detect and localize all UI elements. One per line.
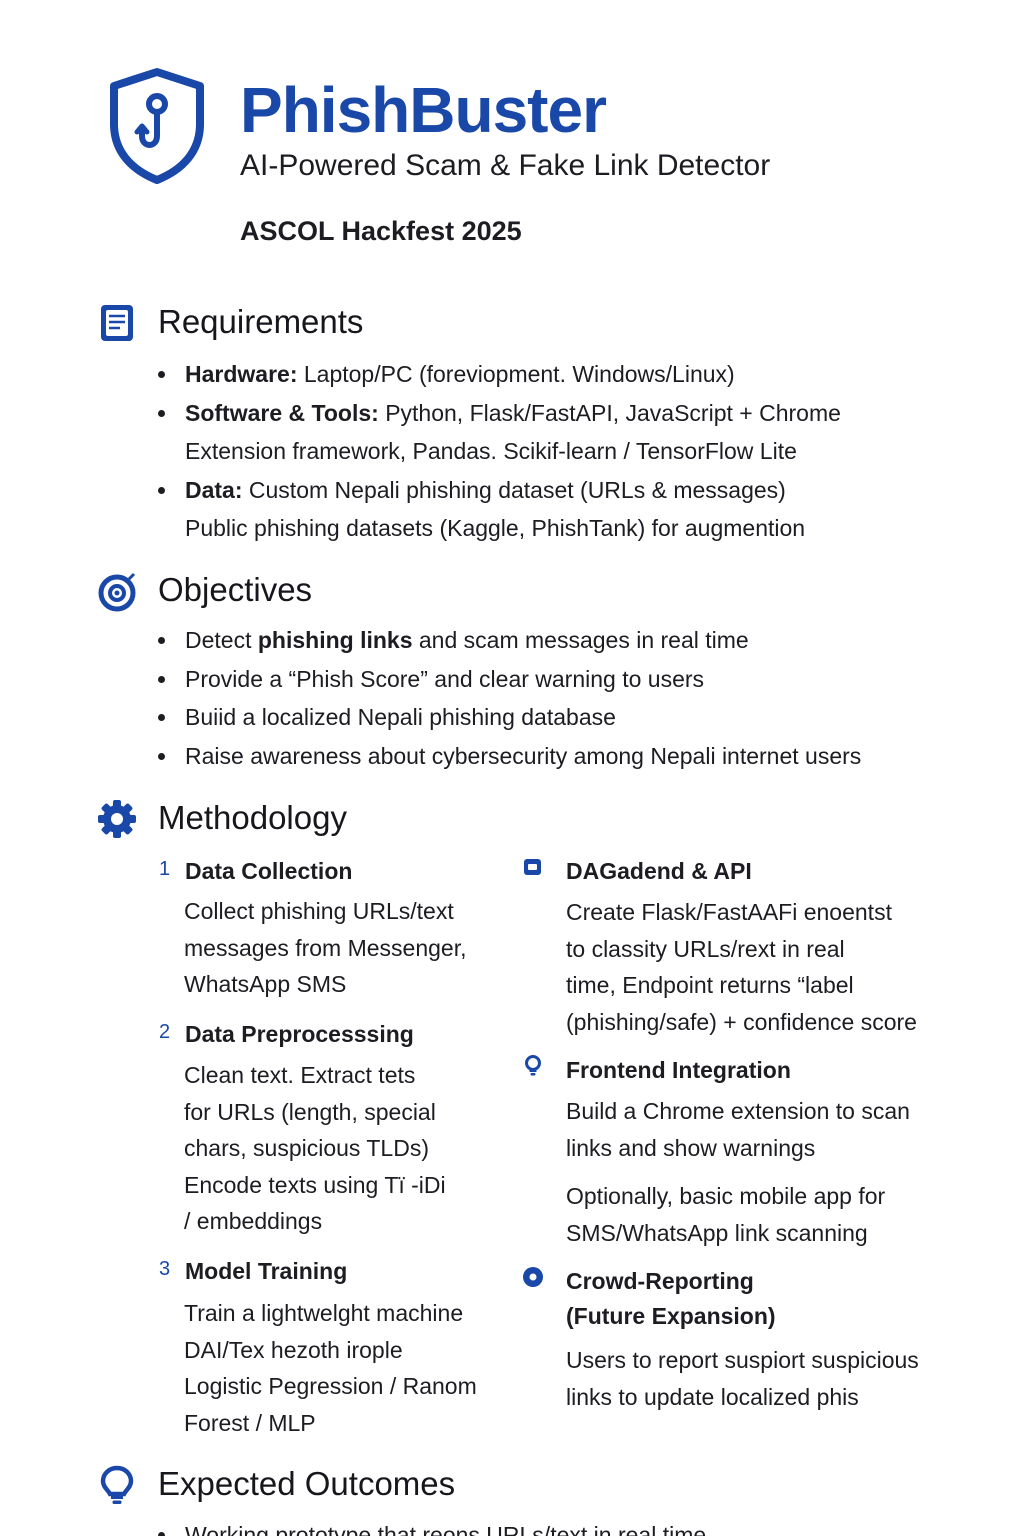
server-icon — [524, 859, 541, 875]
step-title: Frontend Integration — [566, 1057, 791, 1083]
section-title: Methodology — [158, 799, 347, 836]
app-subtitle: AI-Powered Scam & Fake Link Detector — [240, 149, 771, 182]
event-name: ASCOL Hackfest 2025 — [240, 216, 522, 246]
section-title: Expected Outcomes — [158, 1465, 456, 1502]
method-step: Frontend Integration Build a Chrome exte… — [522, 1053, 962, 1253]
step-title: DAGadend & API — [566, 858, 752, 884]
step-body: Build a Chrome extension to scan links a… — [566, 1098, 910, 1161]
objectives-list: Detect phishing links and scam messages … — [158, 621, 958, 775]
record-icon — [523, 1267, 543, 1287]
lightbulb-icon — [525, 1055, 541, 1076]
requirements-heading: Requirements — [96, 300, 956, 344]
step-body: Create Flask/FastAAFi enoentst to classi… — [566, 899, 917, 1035]
step-number: 1 — [159, 858, 171, 880]
gear-icon — [98, 800, 136, 838]
methodology-heading: Methodology — [96, 796, 956, 840]
method-step: 1 Data Collection Collect phishing URLs/… — [159, 854, 499, 1004]
lightbulb-icon — [100, 1465, 134, 1504]
method-step: 3 Model Training Train a lightwelght mac… — [159, 1254, 499, 1444]
step-title: Data Collection — [185, 858, 353, 884]
step-title: Data Preprocesssing — [185, 1021, 414, 1047]
requirements-list: Hardware: Laptop/PC (foreviopment. Windo… — [158, 355, 888, 548]
objectives-heading: Objectives — [96, 568, 956, 612]
section-title: Objectives — [158, 571, 313, 608]
header: PhishBuster AI-Powered Scam & Fake Link … — [104, 64, 924, 264]
step-body: Clean text. Extract tets for URLs (lengt… — [184, 1062, 446, 1234]
list-item: Software & Tools: Python, Flask/FastAPI,… — [158, 394, 888, 471]
outcomes-list: Working prototype that reons URLs/text i… — [158, 1516, 958, 1536]
app-title: PhishBuster — [240, 74, 607, 146]
step-body-extra: Optionally, basic mobile app for SMS/Wha… — [566, 1183, 886, 1246]
step-number: 3 — [159, 1258, 171, 1280]
step-body: Train a lightwelght machine DAI/Tex hezo… — [184, 1300, 477, 1436]
list-item: Buiid a localized Nepali phishing databa… — [158, 698, 958, 737]
method-step: 2 Data Preprocesssing Clean text. Extrac… — [159, 1017, 499, 1242]
outcomes-heading: Expected Outcomes — [96, 1462, 956, 1506]
list-item: Working prototype that reons URLs/text i… — [158, 1516, 958, 1536]
step-number: 2 — [159, 1021, 171, 1043]
target-icon — [98, 572, 136, 612]
step-title: Model Training — [185, 1258, 348, 1284]
method-step: DAGadend & API Create Flask/FastAAFi eno… — [522, 854, 962, 1044]
document-icon — [101, 305, 133, 341]
list-item: Data: Custom Nepali phishing dataset (UR… — [158, 471, 888, 548]
list-item: Raise awareness about cybersecurity amon… — [158, 737, 958, 776]
list-item: Detect phishing links and scam messages … — [158, 621, 958, 660]
list-item: Hardware: Laptop/PC (foreviopment. Windo… — [158, 355, 888, 394]
step-body: Users to report suspiort suspicious link… — [566, 1347, 919, 1410]
step-body: Collect phishing URLs/text messages from… — [184, 898, 467, 997]
shield-hook-icon — [110, 68, 204, 184]
list-item: Provide a “Phish Score” and clear warnin… — [158, 660, 958, 699]
step-title-2: (Future Expansion) — [566, 1303, 776, 1329]
method-step: Crowd-Reporting (Future Expansion) Users… — [522, 1264, 962, 1424]
step-title: Crowd-Reporting — [566, 1268, 754, 1294]
section-title: Requirements — [158, 303, 364, 340]
